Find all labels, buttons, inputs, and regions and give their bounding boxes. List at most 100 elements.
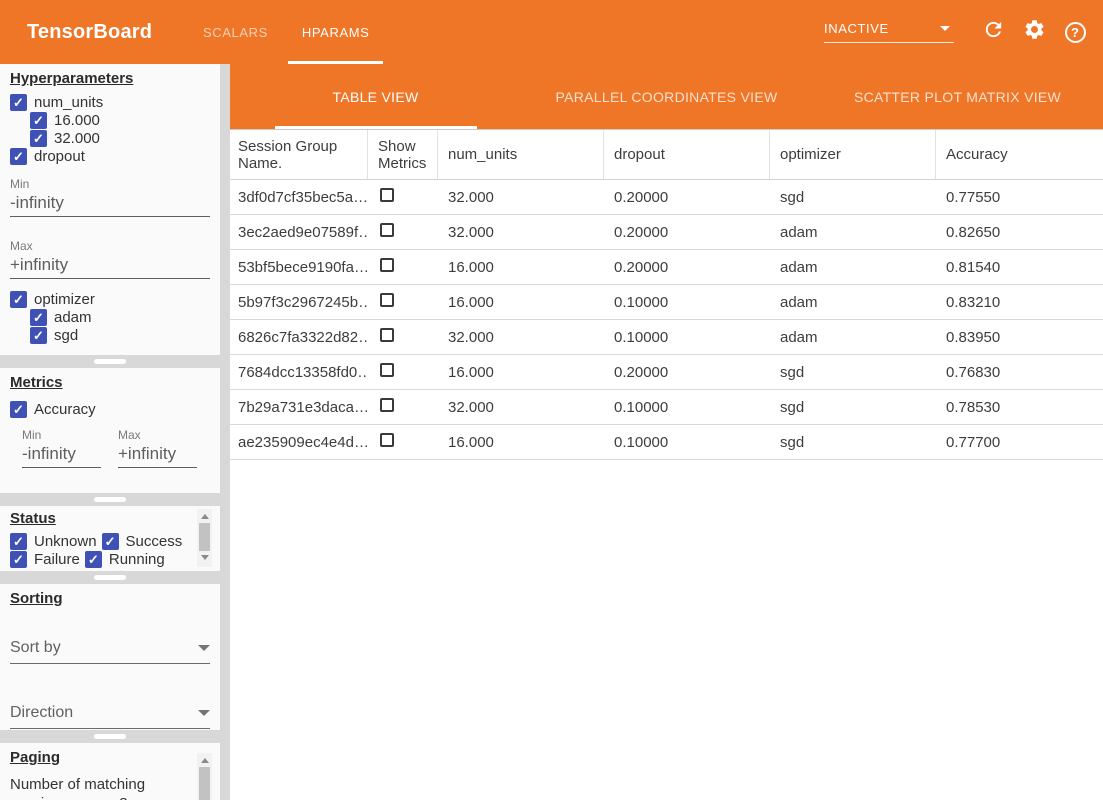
max-field-input[interactable]: +infinity: [10, 253, 210, 279]
status-checkbox-row[interactable]: Unknown: [10, 533, 97, 550]
paging-scrollbar[interactable]: [197, 753, 212, 800]
accuracy-cell: 0.83210: [936, 294, 1103, 311]
show-metrics-checkbox[interactable]: [380, 433, 394, 447]
refresh-button[interactable]: [981, 20, 1005, 44]
table-body: 3df0d7cf35bec5a… 32.000 0.20000 sgd 0.77…: [230, 180, 1103, 460]
column-header-optimizer[interactable]: optimizer: [770, 130, 936, 179]
hparam-checkbox-row[interactable]: dropout: [10, 147, 210, 165]
min-field-input[interactable]: -infinity: [22, 442, 101, 468]
table-row: 53bf5bece9190fa… 16.000 0.20000 adam 0.8…: [230, 250, 1103, 285]
checkbox-checked-icon[interactable]: [10, 401, 27, 418]
section-resize-handle[interactable]: [0, 571, 220, 584]
column-header-session-group-name[interactable]: Session Group Name.: [230, 130, 368, 179]
checkbox-checked-icon[interactable]: [30, 309, 47, 326]
hparam-value-checkbox-row[interactable]: adam: [30, 308, 210, 326]
num-units-cell: 16.000: [438, 364, 604, 381]
hparam-value-checkbox-row[interactable]: 32.000: [30, 129, 210, 147]
column-header-show-metrics[interactable]: Show Metrics: [368, 130, 438, 179]
sort-by-select[interactable]: Sort by: [10, 639, 210, 664]
show-metrics-checkbox[interactable]: [380, 293, 394, 307]
session-group-name: 7b29a731e3daca…: [230, 399, 368, 416]
checkbox-checked-icon[interactable]: [10, 148, 27, 165]
show-metrics-checkbox[interactable]: [380, 363, 394, 377]
scroll-up-icon[interactable]: [201, 514, 209, 519]
hparam-value-label: 32.000: [54, 130, 100, 147]
metric-checkbox-row[interactable]: Accuracy: [10, 400, 210, 418]
show-metrics-checkbox[interactable]: [380, 258, 394, 272]
scrollbar-thumb[interactable]: [199, 767, 210, 800]
app-logo: TensorBoard: [27, 21, 152, 44]
drag-handle-icon: [94, 359, 126, 364]
chevron-down-icon: [198, 710, 210, 716]
column-header-dropout[interactable]: dropout: [604, 130, 770, 179]
max-field-label: Max: [118, 428, 197, 442]
hparam-checkbox-row[interactable]: num_units: [10, 93, 210, 111]
hparam-label: optimizer: [34, 291, 95, 308]
accuracy-cell: 0.81540: [936, 259, 1103, 276]
dropout-cell: 0.20000: [604, 224, 770, 241]
tab-table-view[interactable]: TABLE VIEW: [230, 64, 521, 129]
column-header-num-units[interactable]: num_units: [438, 130, 604, 179]
table-row: 3df0d7cf35bec5a… 32.000 0.20000 sgd 0.77…: [230, 180, 1103, 215]
num-units-cell: 32.000: [438, 399, 604, 416]
hparams-main: TABLE VIEW PARALLEL COORDINATES VIEW SCA…: [230, 64, 1103, 800]
dropout-cell: 0.20000: [604, 259, 770, 276]
show-metrics-checkbox[interactable]: [380, 188, 394, 202]
checkbox-checked-icon[interactable]: [30, 327, 47, 344]
status-label: Running: [109, 551, 165, 568]
optimizer-cell: adam: [770, 259, 936, 276]
section-metrics: Metrics Accuracy Min -infinity Max +infi…: [0, 368, 220, 493]
checkbox-checked-icon[interactable]: [30, 130, 47, 147]
tab-hparams[interactable]: HPARAMS: [302, 0, 370, 64]
column-header-accuracy[interactable]: Accuracy: [936, 130, 1103, 179]
hparam-value-checkbox-row[interactable]: 16.000: [30, 111, 210, 129]
dropout-cell: 0.20000: [604, 189, 770, 206]
status-checkbox-row[interactable]: Failure: [10, 551, 80, 568]
section-resize-handle[interactable]: [0, 730, 220, 743]
accuracy-cell: 0.82650: [936, 224, 1103, 241]
status-scrollbar[interactable]: [197, 509, 212, 567]
direction-select[interactable]: Direction: [10, 704, 210, 729]
checkbox-checked-icon[interactable]: [30, 112, 47, 129]
dropout-cell: 0.20000: [604, 364, 770, 381]
metric-label: Accuracy: [34, 401, 96, 418]
hparam-value-label: adam: [54, 309, 92, 326]
show-metrics-checkbox[interactable]: [380, 328, 394, 342]
reload-status-value: INACTIVE: [824, 21, 889, 36]
help-icon: ?: [1065, 22, 1086, 43]
show-metrics-checkbox[interactable]: [380, 223, 394, 237]
optimizer-cell: adam: [770, 294, 936, 311]
checkbox-checked-icon[interactable]: [10, 533, 27, 550]
tab-scalars[interactable]: SCALARS: [203, 0, 268, 64]
status-checkbox-row[interactable]: Success: [102, 533, 183, 550]
show-metrics-checkbox[interactable]: [380, 398, 394, 412]
min-field-input[interactable]: -infinity: [10, 191, 210, 217]
scroll-down-icon[interactable]: [201, 555, 209, 560]
scrollbar-thumb[interactable]: [199, 523, 210, 551]
session-group-name: 3ec2aed9e07589f…: [230, 224, 368, 241]
hparam-checkbox-row[interactable]: optimizer: [10, 290, 210, 308]
section-status: Status Unknown Success: [0, 506, 220, 571]
checkbox-checked-icon[interactable]: [85, 551, 102, 568]
tab-scatter-plot-matrix-view[interactable]: SCATTER PLOT MATRIX VIEW: [812, 64, 1103, 129]
refresh-icon: [982, 18, 1005, 46]
settings-button[interactable]: [1022, 20, 1046, 44]
section-resize-handle[interactable]: [0, 355, 220, 368]
checkbox-checked-icon[interactable]: [10, 94, 27, 111]
max-field-input[interactable]: +infinity: [118, 442, 197, 468]
status-label: Failure: [34, 551, 80, 568]
status-checkbox-row[interactable]: Running: [85, 551, 165, 568]
checkbox-checked-icon[interactable]: [10, 291, 27, 308]
checkbox-checked-icon[interactable]: [10, 551, 27, 568]
num-units-cell: 32.000: [438, 329, 604, 346]
checkbox-checked-icon[interactable]: [102, 533, 119, 550]
reload-status-dropdown[interactable]: INACTIVE: [824, 21, 954, 43]
tab-parallel-coordinates-view[interactable]: PARALLEL COORDINATES VIEW: [521, 64, 812, 129]
hparam-value-label: sgd: [54, 327, 78, 344]
scroll-up-icon[interactable]: [201, 758, 209, 763]
hparam-value-checkbox-row[interactable]: sgd: [30, 326, 210, 344]
accuracy-cell: 0.83950: [936, 329, 1103, 346]
help-button[interactable]: ?: [1063, 20, 1087, 44]
section-resize-handle[interactable]: [0, 493, 220, 506]
accuracy-cell: 0.77700: [936, 434, 1103, 451]
